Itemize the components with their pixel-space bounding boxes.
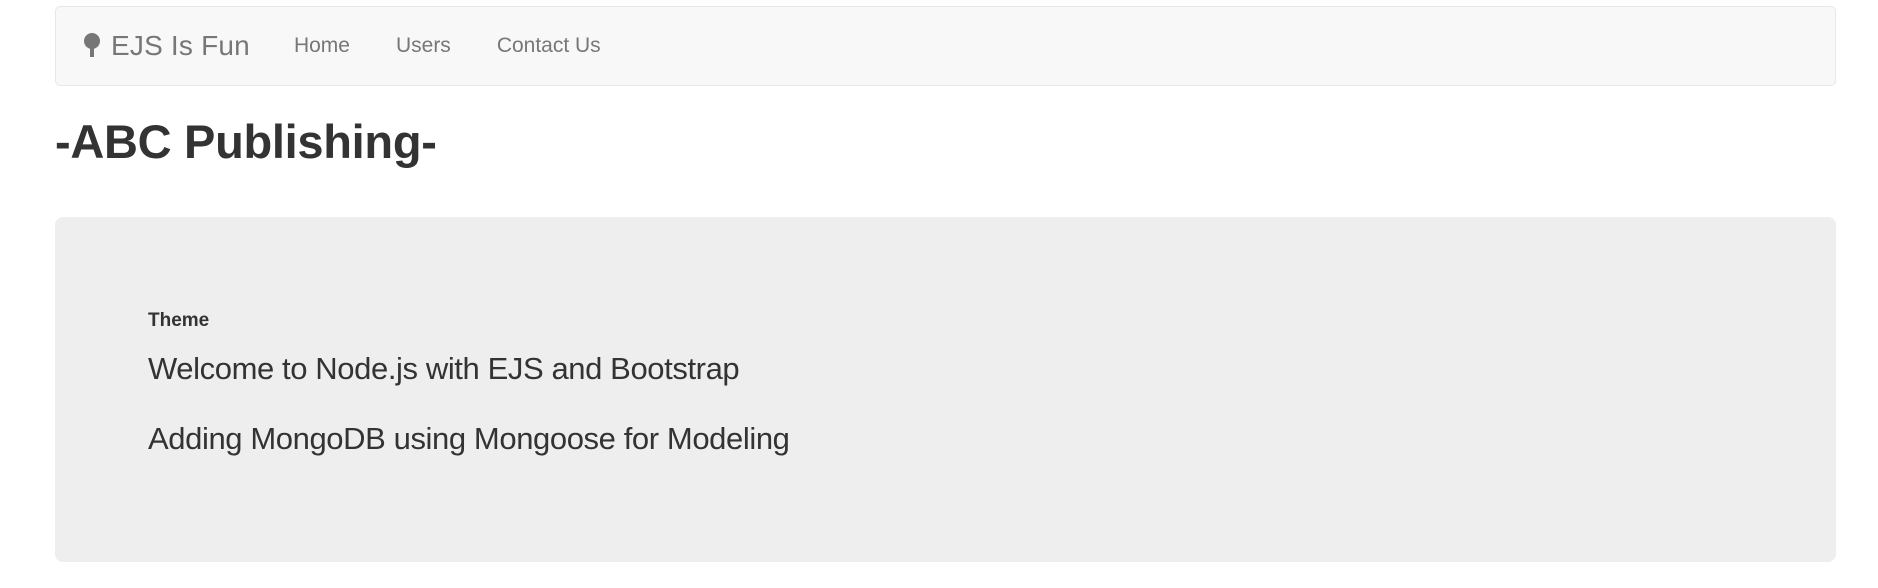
nav-link-home[interactable]: Home: [271, 34, 373, 58]
theme-jumbotron: Theme Welcome to Node.js with EJS and Bo…: [55, 217, 1836, 562]
page-title: -ABC Publishing-: [55, 115, 437, 168]
nav-link-contact-us[interactable]: Contact Us: [474, 34, 624, 58]
nav-link-users[interactable]: Users: [373, 34, 474, 58]
welcome-text: Welcome to Node.js with EJS and Bootstra…: [148, 351, 740, 386]
tree-icon: [82, 32, 102, 58]
top-navbar: EJS Is Fun Home Users Contact Us: [55, 6, 1836, 86]
theme-heading: Theme: [148, 310, 210, 331]
mongodb-text: Adding MongoDB using Mongoose for Modeli…: [148, 421, 790, 456]
navbar-brand[interactable]: EJS Is Fun: [82, 30, 250, 62]
brand-label: EJS Is Fun: [111, 30, 250, 61]
nav-links: Home Users Contact Us: [271, 34, 624, 58]
